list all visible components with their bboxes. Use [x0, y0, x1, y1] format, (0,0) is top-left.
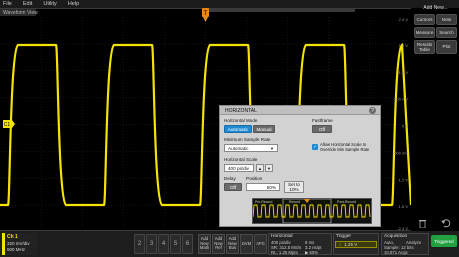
channel-2-button[interactable]: 2: [134, 234, 145, 254]
fastframe-label: Fastframe: [312, 118, 333, 123]
delay-toggle[interactable]: Off: [224, 183, 242, 191]
position-label: Position: [246, 176, 263, 181]
horizontal-dialog: HORIZONTAL ? Horizontal Mode Automatic M…: [219, 105, 381, 227]
position-input[interactable]: 50%: [246, 183, 280, 191]
allow-scale-override-checkbox[interactable]: ✓: [312, 144, 318, 150]
channel-1-label: Ch 1: [7, 234, 18, 240]
trigger-edge-icon: ↑: [339, 242, 342, 247]
vertical-scale-label: 1.8 V: [399, 43, 409, 48]
horizontal-badge-title: Horizontal: [271, 234, 293, 239]
min-sample-rate-label: Minimum Sample Rate: [224, 137, 271, 142]
menu-help[interactable]: Help: [68, 1, 79, 7]
fastframe-toggle[interactable]: Off: [312, 125, 332, 133]
scale-down-icon[interactable]: ▼: [265, 164, 273, 172]
delay-label: Delay: [224, 176, 236, 181]
horizontal-scale-input[interactable]: 400 ps/div: [224, 164, 254, 172]
record-preview-waveform: [253, 199, 371, 223]
acquisition-count-readout: 10,971 Acqs: [384, 250, 408, 255]
add-results-table-button[interactable]: Results Table: [414, 40, 435, 54]
trigger-status-button[interactable]: Triggered: [431, 235, 457, 247]
vertical-scale-label: 2.4 V: [399, 17, 409, 22]
add-new-math-button[interactable]: Add New Math: [198, 234, 211, 254]
menu-file[interactable]: File: [3, 1, 12, 7]
add-new-title: Add New...: [423, 5, 448, 11]
add-new-bus-button[interactable]: Add New Bus: [226, 234, 239, 254]
vertical-scale-label: 1.2 V: [399, 70, 409, 75]
horizontal-mode-label: Horizontal Mode: [224, 118, 258, 123]
trigger-level-value: 1.25 V: [344, 242, 358, 247]
dvm-button[interactable]: DVM: [240, 234, 253, 254]
mode-manual-button[interactable]: Manual: [253, 125, 275, 133]
add-search-button[interactable]: Search: [436, 27, 457, 38]
vertical-scale-label: 600 mV: [394, 97, 408, 102]
vertical-scale-label: -1.2 V: [397, 177, 408, 182]
horizontal-scale-label: Horizontal Scale: [224, 157, 258, 162]
scale-up-icon[interactable]: ▲: [256, 164, 264, 172]
chevron-down-icon: ▼: [270, 146, 274, 151]
acquisition-analyze-readout: Analyze: [406, 240, 422, 245]
channel-marker-label: C1: [4, 122, 11, 128]
channel-1-ground-marker[interactable]: C1: [3, 120, 15, 128]
add-measure-button[interactable]: Measure: [414, 27, 435, 38]
horizontal-badge[interactable]: Horizontal 400 ps/div SR: 312.5 MS/s RL:…: [268, 233, 332, 255]
horizontal-position-readout: ▶ 50%: [305, 250, 319, 255]
help-icon[interactable]: ?: [369, 107, 376, 114]
menu-edit[interactable]: Edit: [23, 1, 32, 7]
add-new-ref-button[interactable]: Add New Ref: [212, 234, 225, 254]
channel-1-scale: 320 mV/div: [7, 241, 30, 246]
acquisition-badge[interactable]: Acquisition Auto, Sample: 12 bits 10,971…: [381, 233, 429, 255]
channel-3-button[interactable]: 3: [146, 234, 157, 254]
channel-6-button[interactable]: 6: [182, 234, 193, 254]
trigger-marker-label: T: [204, 11, 208, 17]
mode-automatic-button[interactable]: Automatic: [224, 125, 252, 133]
vertical-scale-label: 0 V: [402, 124, 408, 129]
dialog-header: HORIZONTAL ?: [220, 106, 380, 115]
min-sample-rate-value: Automatic: [228, 145, 249, 151]
record-bar: [205, 9, 355, 12]
dialog-title: HORIZONTAL: [225, 108, 257, 114]
set-to-10-percent-button[interactable]: Set to 10%: [284, 181, 304, 193]
add-cursors-button[interactable]: Cursors: [414, 14, 435, 25]
add-plot-button[interactable]: Plot: [436, 40, 457, 54]
vertical-scale-label: -600 mV: [393, 150, 408, 155]
horizontal-record-length-readout: RL: 1.25 Mpts: [271, 250, 298, 255]
record-preview: Pre-Record Record Post-Record: [252, 198, 372, 224]
vertical-scale-label: -1.8 V: [397, 204, 408, 209]
min-sample-rate-select[interactable]: Automatic ▼: [224, 144, 278, 152]
add-note-button[interactable]: Note: [436, 14, 457, 25]
channel-1-bandwidth: 500 MHz: [7, 247, 26, 252]
trash-icon[interactable]: [418, 218, 427, 228]
menu-bar: File Edit Utility Help: [0, 0, 459, 8]
allow-scale-override-label: Allow Horizontal Scale to Override Min S…: [320, 142, 370, 152]
channel-4-button[interactable]: 4: [158, 234, 169, 254]
undo-icon[interactable]: [441, 218, 451, 228]
menu-utility[interactable]: Utility: [43, 1, 56, 7]
afg-button[interactable]: AFG: [254, 234, 267, 254]
acquisition-badge-title: Acquisition: [384, 234, 408, 239]
trigger-level-readout: ↑ 1.25 V: [335, 241, 377, 248]
channel-5-button[interactable]: 5: [170, 234, 181, 254]
channel-1-badge[interactable]: Ch 1 320 mV/div 500 MHz: [2, 233, 37, 255]
trigger-position-marker[interactable]: T: [201, 8, 210, 26]
trigger-badge-title: Trigger: [336, 234, 352, 239]
